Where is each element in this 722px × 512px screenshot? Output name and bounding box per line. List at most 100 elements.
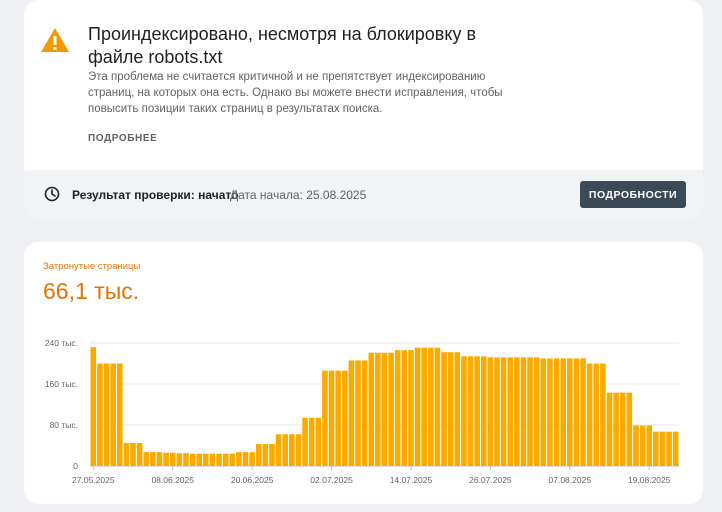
chart-bar[interactable]	[130, 442, 136, 466]
chart-bar[interactable]	[474, 356, 480, 466]
chart-bar[interactable]	[653, 431, 659, 466]
chart-bar[interactable]	[203, 453, 209, 466]
chart-bar[interactable]	[275, 434, 282, 466]
chart-bar[interactable]	[487, 357, 494, 466]
chart-bar[interactable]	[216, 453, 222, 466]
chart-bar[interactable]	[480, 356, 487, 466]
chart-bar[interactable]	[401, 350, 408, 466]
chart-bar[interactable]	[527, 357, 533, 466]
chart-bar[interactable]	[361, 360, 368, 466]
chart-bar[interactable]	[613, 392, 619, 466]
chart-bar[interactable]	[600, 363, 606, 467]
chart-bar[interactable]	[189, 453, 196, 466]
chart-bar[interactable]	[414, 347, 421, 466]
chart-bar[interactable]	[348, 360, 355, 466]
chart-bar[interactable]	[408, 350, 414, 466]
chart-bar[interactable]	[467, 356, 474, 466]
y-tick-label: 240 тыс.	[45, 338, 78, 348]
chart-bar[interactable]	[90, 347, 97, 466]
chart-bar[interactable]	[659, 431, 666, 466]
chart-bar[interactable]	[646, 425, 653, 466]
warning-icon	[41, 28, 69, 52]
chart-bar[interactable]	[540, 358, 547, 467]
chart-bar[interactable]	[136, 442, 143, 466]
chart-bar[interactable]	[150, 452, 156, 466]
chart-bar[interactable]	[308, 417, 315, 466]
chart-bar[interactable]	[447, 352, 454, 466]
chart-bar[interactable]	[573, 358, 580, 467]
x-tick-label: 07.08.2025	[549, 475, 592, 485]
chart-bar[interactable]	[520, 357, 527, 466]
chart-bar[interactable]	[116, 363, 123, 467]
chart-bar[interactable]	[97, 363, 103, 467]
chart-bar[interactable]	[441, 352, 447, 466]
chart-bar[interactable]	[295, 434, 302, 466]
chart-bar[interactable]	[143, 452, 150, 466]
chart-bar[interactable]	[454, 352, 461, 466]
chart-bar[interactable]	[289, 434, 295, 466]
chart-bar[interactable]	[633, 425, 639, 466]
chart-bar[interactable]	[229, 453, 236, 466]
chart-bar[interactable]	[262, 443, 269, 466]
chart-bar[interactable]	[335, 370, 341, 466]
chart-bar[interactable]	[580, 358, 586, 467]
chart-bar[interactable]	[183, 453, 189, 466]
chart-bar[interactable]	[626, 392, 633, 466]
chart-bar[interactable]	[103, 363, 110, 467]
chart-bar[interactable]	[123, 442, 130, 466]
chart-bar[interactable]	[566, 358, 573, 467]
chart-bar[interactable]	[560, 358, 566, 467]
validation-status-bar: Результат проверки: начато Дата начала: …	[24, 170, 703, 218]
chart-bar[interactable]	[156, 452, 163, 466]
chart-bar[interactable]	[553, 358, 560, 467]
chart-bar[interactable]	[388, 352, 394, 466]
chart-bar[interactable]	[341, 370, 348, 466]
validation-status-label: Результат проверки: начато	[72, 188, 239, 202]
chart-bar[interactable]	[169, 452, 176, 466]
chart-bar[interactable]	[494, 357, 500, 466]
chart-bar[interactable]	[434, 347, 441, 466]
chart-bar[interactable]	[586, 363, 593, 467]
chart-bar[interactable]	[322, 370, 328, 466]
chart-bar[interactable]	[533, 357, 540, 466]
chart-bar[interactable]	[163, 452, 169, 466]
x-tick-label: 08.06.2025	[151, 475, 194, 485]
chart-bar[interactable]	[176, 453, 183, 466]
more-info-link[interactable]: ПОДРОБНЕЕ	[88, 133, 157, 144]
chart-bar[interactable]	[249, 452, 255, 466]
chart-bar[interactable]	[242, 452, 249, 466]
chart-bar[interactable]	[428, 347, 434, 466]
chart-bar[interactable]	[421, 347, 428, 466]
chart-bar[interactable]	[500, 357, 507, 466]
chart-bar[interactable]	[394, 350, 401, 466]
chart-bar[interactable]	[639, 425, 646, 466]
chart-bar[interactable]	[255, 443, 262, 466]
chart-bar[interactable]	[666, 431, 672, 466]
chart-bar[interactable]	[619, 392, 626, 466]
chart-bar[interactable]	[236, 452, 242, 466]
x-tick-label: 02.07.2025	[310, 475, 353, 485]
chart-bar[interactable]	[328, 370, 335, 466]
x-tick-label: 19.08.2025	[628, 475, 671, 485]
issue-title: Проиндексировано, несмотря на блокировку…	[88, 24, 477, 67]
chart-bar[interactable]	[375, 352, 381, 466]
chart-bar[interactable]	[196, 453, 203, 466]
chart-bar[interactable]	[672, 431, 679, 466]
chart-bar[interactable]	[461, 356, 467, 466]
chart-bar[interactable]	[514, 357, 520, 466]
chart-bar[interactable]	[368, 352, 375, 466]
chart-bar[interactable]	[209, 453, 216, 466]
chart-bar[interactable]	[315, 417, 322, 466]
chart-bar[interactable]	[269, 443, 275, 466]
details-button[interactable]: ПОДРОБНОСТИ	[580, 181, 686, 208]
chart-bar[interactable]	[606, 392, 613, 466]
chart-bar[interactable]	[355, 360, 361, 466]
chart-bar[interactable]	[381, 352, 388, 466]
chart-bar[interactable]	[507, 357, 514, 466]
chart-bar[interactable]	[110, 363, 116, 467]
chart-bar[interactable]	[593, 363, 600, 467]
chart-bar[interactable]	[302, 417, 308, 466]
chart-bar[interactable]	[282, 434, 289, 466]
chart-bar[interactable]	[222, 453, 229, 466]
chart-bar[interactable]	[547, 358, 553, 467]
